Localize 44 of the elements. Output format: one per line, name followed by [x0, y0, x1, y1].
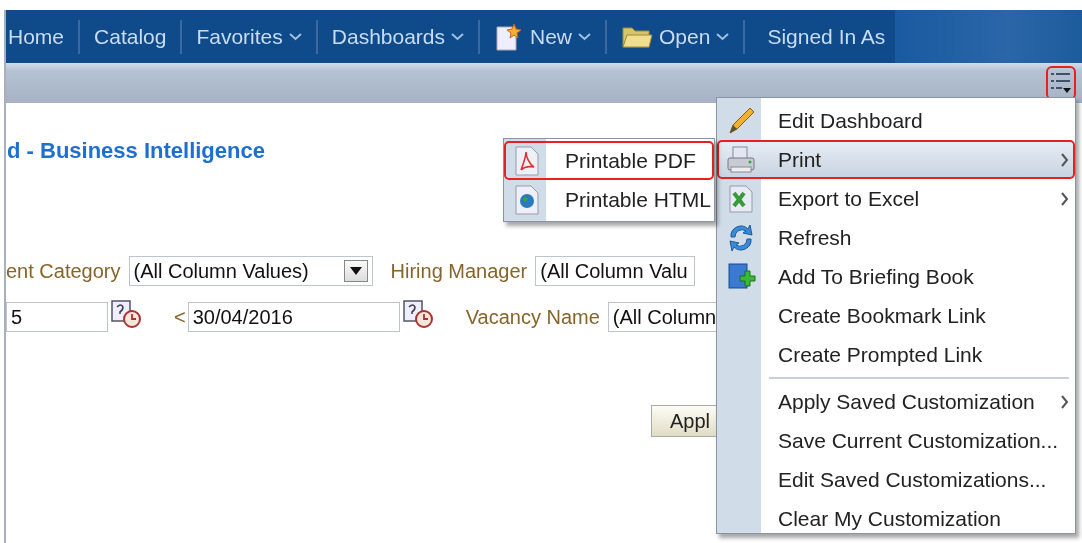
signed-in-label: Signed In As — [766, 24, 887, 49]
dashboard-title: d - Business Intelligence — [7, 138, 265, 164]
spreadsheet-icon — [726, 183, 756, 214]
submenu-item[interactable]: Printable PDF — [504, 141, 714, 180]
chevron-icon — [1061, 394, 1069, 409]
menu-item[interactable]: Clear My Customization — [717, 499, 1075, 538]
menu-item[interactable]: Create Bookmark Link — [717, 296, 1075, 335]
pdf-document-icon — [514, 145, 540, 176]
date-field[interactable]: 30/04/2016 — [187, 302, 400, 332]
calendar-clock-icon — [401, 298, 434, 328]
globe-document-icon — [514, 184, 540, 215]
menu-item[interactable]: Refresh — [717, 218, 1075, 257]
nav-menu-item[interactable]: Favorites — [182, 19, 318, 54]
menu-item[interactable]: Print — [717, 140, 1075, 179]
menu-item[interactable]: Add To Briefing Book — [717, 257, 1075, 296]
menu-item[interactable]: Edit Dashboard — [717, 101, 1075, 140]
caret-icon — [451, 32, 464, 41]
caret-icon — [716, 32, 730, 41]
calendar-clock-icon — [110, 298, 142, 328]
caret-icon — [288, 32, 302, 41]
menu-item[interactable]: Create Prompted Link — [717, 335, 1075, 374]
nav-menu-item[interactable]: New — [480, 19, 608, 54]
new-document-icon — [494, 21, 524, 52]
prompt-field[interactable]: (All Column Valu — [535, 256, 696, 286]
menu-item[interactable]: Export to Excel — [717, 179, 1075, 218]
nav-menu-item[interactable]: Home — [6, 19, 81, 54]
submenu-item[interactable]: Printable HTML — [504, 180, 714, 219]
prompt-label: Vacancy Name — [465, 305, 600, 329]
less-than-sign: < — [174, 305, 186, 329]
prompt-label: ent Category — [6, 259, 121, 283]
printer-icon — [726, 144, 756, 175]
chevron-icon — [1061, 191, 1069, 206]
date-field[interactable]: 5 — [6, 302, 108, 332]
dropdown-field[interactable]: (All Column Values) — [128, 256, 373, 286]
nav-menu-item[interactable]: Catalog — [80, 19, 183, 54]
chevron-icon — [1061, 152, 1069, 167]
nav-menu-item[interactable]: Open — [607, 19, 746, 54]
menu-item[interactable]: Edit Saved Customizations... — [717, 460, 1075, 499]
nav-menu-item[interactable]: Dashboards — [317, 19, 480, 54]
caret-icon — [578, 32, 592, 41]
book-plus-icon — [726, 261, 756, 292]
dropdown-arrow-icon — [349, 267, 362, 275]
prompt-label: Hiring Manager — [390, 259, 528, 283]
refresh-icon — [726, 222, 756, 253]
